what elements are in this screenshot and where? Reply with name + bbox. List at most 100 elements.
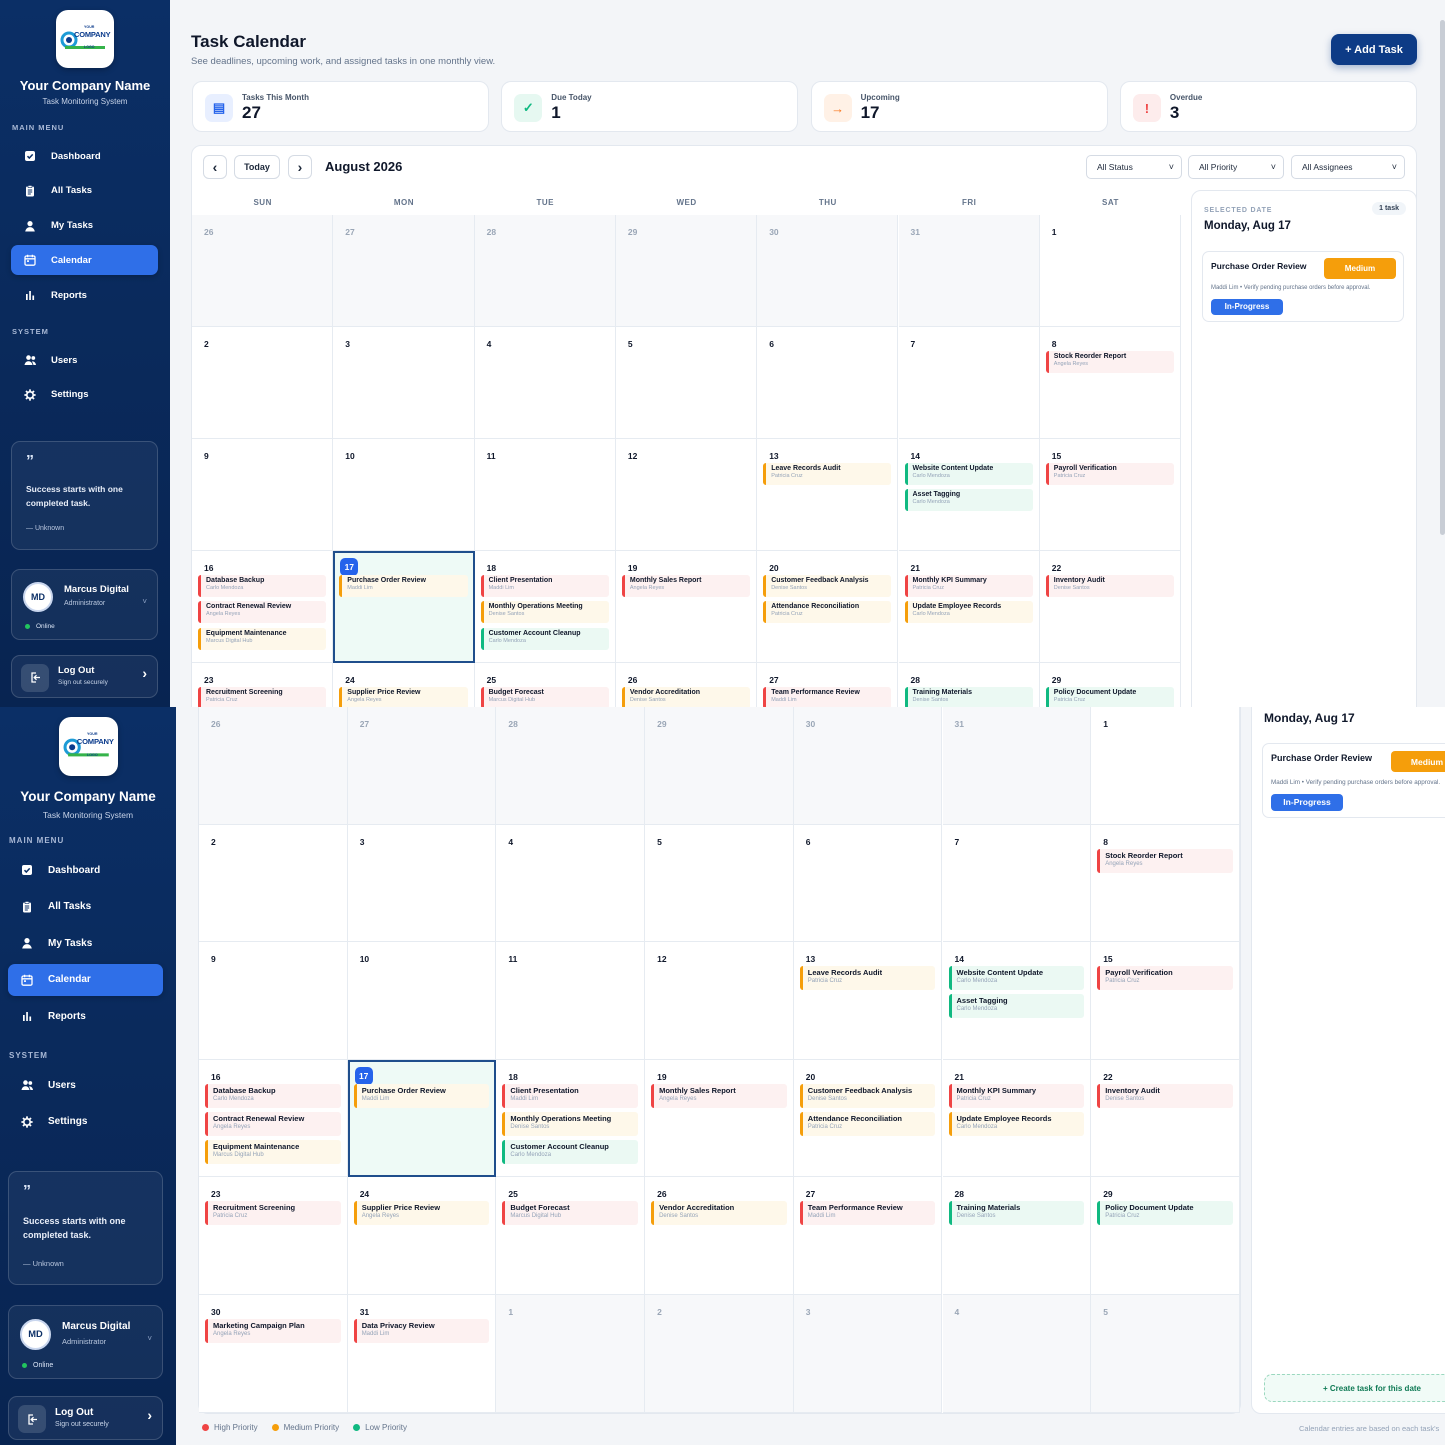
calendar-task[interactable]: Purchase Order Review Maddi Lim [339,575,468,597]
logout-button[interactable]: Log Out Sign out securely › [8,1396,163,1440]
calendar-task[interactable]: Asset Tagging Carlo Mendoza [904,489,1033,512]
calendar-day-cell[interactable]: 23 Recruitment Screening Patricia Cruz [199,1177,348,1295]
calendar-day-cell[interactable]: 27 Team Performance Review Maddi Lim [793,1177,943,1295]
calendar-task[interactable]: Contract Renewal Review Angela Reyes [205,1111,341,1136]
calendar-day-cell[interactable]: 1 [1091,707,1240,825]
calendar-day-cell[interactable]: 24 Supplier Price Review Angela Reyes [347,1177,497,1295]
calendar-day-cell[interactable]: 13 Leave Records Audit Patricia Cruz [757,439,899,551]
calendar-task[interactable]: Equipment Maintenance Marcus Digital Hub [198,627,327,650]
filter-select-all-priority[interactable]: All Priority ˅ [1188,155,1284,179]
calendar-day-cell[interactable]: 28 Training Materials Denise Santos [898,663,1040,707]
calendar-task[interactable]: Asset Tagging Carlo Mendoza [948,994,1085,1019]
calendar-task[interactable]: Customer Feedback Analysis Denise Santos [799,1083,936,1108]
chevron-down-icon[interactable]: ˅ [142,597,147,606]
calendar-task[interactable]: Marketing Campaign Plan Angela Reyes [205,1319,341,1343]
calendar-task[interactable]: Purchase Order Review Maddi Lim [353,1083,490,1108]
calendar-task[interactable]: Attendance Reconciliation Patricia Cruz [799,1111,936,1136]
calendar-day-cell[interactable]: 10 [347,942,497,1060]
calendar-day-cell[interactable]: 5 [1091,1295,1240,1413]
calendar-day-cell[interactable]: 5 [615,327,758,439]
calendar-day-cell[interactable]: 17 Purchase Order Review Maddi Lim [347,1059,497,1178]
calendar-day-cell[interactable]: 21 Monthly KPI Summary Patricia Cruz Update… [942,1059,1092,1178]
user-card[interactable]: MD Marcus Digital Administrator ˅ Online [8,1305,163,1379]
calendar-day-cell[interactable]: 25 Budget Forecast Marcus Digital Hub [496,1177,646,1295]
calendar-day-cell[interactable]: 17 Purchase Order Review Maddi Lim [333,551,475,663]
calendar-day-cell[interactable]: 26 Vendor Accreditation Denise Santos [615,663,758,707]
calendar-task[interactable]: Budget Forecast Marcus Digital Hub [502,1201,639,1226]
calendar-day-cell[interactable]: 5 [645,824,794,943]
sidebar-item-calendar[interactable]: Calendar [11,245,158,276]
calendar-day-cell[interactable]: 28 [496,707,646,825]
calendar-day-cell[interactable]: 31 [942,707,1092,825]
calendar-day-cell[interactable]: 3 [333,327,475,439]
calendar-task[interactable]: Attendance Reconciliation Patricia Cruz [763,601,892,624]
calendar-task[interactable]: Recruitment Screening Patricia Cruz [198,687,327,707]
calendar-day-cell[interactable]: 26 [199,707,348,825]
calendar-day-cell[interactable]: 27 [333,215,475,327]
calendar-day-cell[interactable]: 28 Training Materials Denise Santos [942,1177,1092,1295]
calendar-day-cell[interactable]: 7 [898,327,1040,439]
calendar-task[interactable]: Training Materials Denise Santos [904,687,1033,707]
calendar-task[interactable]: Payroll Verification Patricia Cruz [1045,463,1175,485]
sidebar-item-my-tasks[interactable]: My Tasks [8,927,163,959]
calendar-day-cell[interactable]: 8 Stock Reorder Report Angela Reyes [1091,824,1240,943]
calendar-task[interactable]: Vendor Accreditation Denise Santos [621,687,751,707]
user-card[interactable]: MD Marcus Digital Administrator ˅ Online [11,569,158,640]
calendar-day-cell[interactable]: 25 Budget Forecast Marcus Digital Hub [474,663,616,707]
filter-select-all-assignees[interactable]: All Assignees ˅ [1291,155,1405,179]
calendar-day-cell[interactable]: 19 Monthly Sales Report Angela Reyes [645,1059,794,1178]
sidebar-item-settings[interactable]: Settings [8,1106,163,1138]
calendar-task[interactable]: Stock Reorder Report Angela Reyes [1045,351,1175,373]
calendar-task[interactable]: Stock Reorder Report Angela Reyes [1097,848,1233,873]
calendar-day-cell[interactable]: 13 Leave Records Audit Patricia Cruz [793,942,943,1060]
calendar-day-cell[interactable]: 27 Team Performance Review Maddi Lim [757,663,899,707]
today-button[interactable]: Today [234,155,280,179]
calendar-day-cell[interactable]: 14 Website Content Update Carlo Mendoza Ass… [942,942,1092,1060]
calendar-task[interactable]: Monthly Sales Report Angela Reyes [621,575,751,597]
calendar-day-cell[interactable]: 18 Client Presentation Maddi Lim Monthly Op… [496,1059,646,1178]
calendar-task[interactable]: Website Content Update Carlo Mendoza [904,463,1033,485]
calendar-day-cell[interactable]: 1 [1039,215,1182,327]
calendar-day-cell[interactable]: 11 [474,439,616,551]
calendar-day-cell[interactable]: 24 Supplier Price Review Angela Reyes [333,663,475,707]
calendar-day-cell[interactable]: 4 [474,327,616,439]
calendar-task[interactable]: Client Presentation Maddi Lim [480,575,609,597]
calendar-day-cell[interactable]: 12 [645,942,794,1060]
calendar-day-cell[interactable]: 16 Database Backup Carlo Mendoza Contract R… [192,551,334,663]
filter-select-all-status[interactable]: All Status ˅ [1086,155,1182,179]
calendar-task[interactable]: Recruitment Screening Patricia Cruz [205,1201,341,1226]
logout-button[interactable]: Log Out Sign out securely › [11,655,158,698]
calendar-day-cell[interactable]: 29 Policy Document Update Patricia Cruz [1039,663,1182,707]
calendar-day-cell[interactable]: 22 Inventory Audit Denise Santos [1091,1059,1240,1178]
sidebar-item-my-tasks[interactable]: My Tasks [11,211,158,241]
selected-task-card[interactable]: Purchase Order Review Medium Maddi Lim • V… [1262,743,1445,818]
sidebar-item-settings[interactable]: Settings [11,380,158,410]
calendar-day-cell[interactable]: 30 [793,707,943,825]
calendar-day-cell[interactable]: 22 Inventory Audit Denise Santos [1039,551,1182,663]
sidebar-item-calendar[interactable]: Calendar [8,963,163,996]
calendar-day-cell[interactable]: 10 [333,439,475,551]
calendar-task[interactable]: Payroll Verification Patricia Cruz [1097,966,1233,991]
calendar-task[interactable]: Database Backup Carlo Mendoza [205,1083,341,1108]
calendar-task[interactable]: Training Materials Denise Santos [948,1201,1085,1226]
sidebar-item-all-tasks[interactable]: All Tasks [8,891,163,923]
calendar-task[interactable]: Policy Document Update Patricia Cruz [1097,1201,1233,1226]
calendar-day-cell[interactable]: 26 Vendor Accreditation Denise Santos [645,1177,794,1295]
chevron-down-icon[interactable]: ˅ [147,1334,152,1343]
calendar-task[interactable]: Monthly Operations Meeting Denise Santos [502,1111,639,1136]
calendar-task[interactable]: Vendor Accreditation Denise Santos [651,1201,787,1226]
calendar-day-cell[interactable]: 2 [199,824,348,943]
calendar-day-cell[interactable]: 15 Payroll Verification Patricia Cruz [1039,439,1182,551]
calendar-day-cell[interactable]: 29 [615,215,758,327]
calendar-day-cell[interactable]: 30 [757,215,899,327]
sidebar-item-dashboard[interactable]: Dashboard [11,141,158,171]
calendar-day-cell[interactable]: 18 Client Presentation Maddi Lim Monthly Op… [474,551,616,663]
sidebar-item-reports[interactable]: Reports [8,1000,163,1032]
calendar-day-cell[interactable]: 30 Marketing Campaign Plan Angela Reyes [199,1295,348,1413]
next-month-button[interactable]: › [288,155,312,179]
calendar-task[interactable]: Contract Renewal Review Angela Reyes [198,601,327,624]
calendar-task[interactable]: Client Presentation Maddi Lim [502,1083,639,1108]
selected-task-card[interactable]: Purchase Order Review Medium Maddi Lim • V… [1202,251,1404,322]
calendar-day-cell[interactable]: 23 Recruitment Screening Patricia Cruz [192,663,334,707]
calendar-day-cell[interactable]: 1 [496,1295,646,1413]
